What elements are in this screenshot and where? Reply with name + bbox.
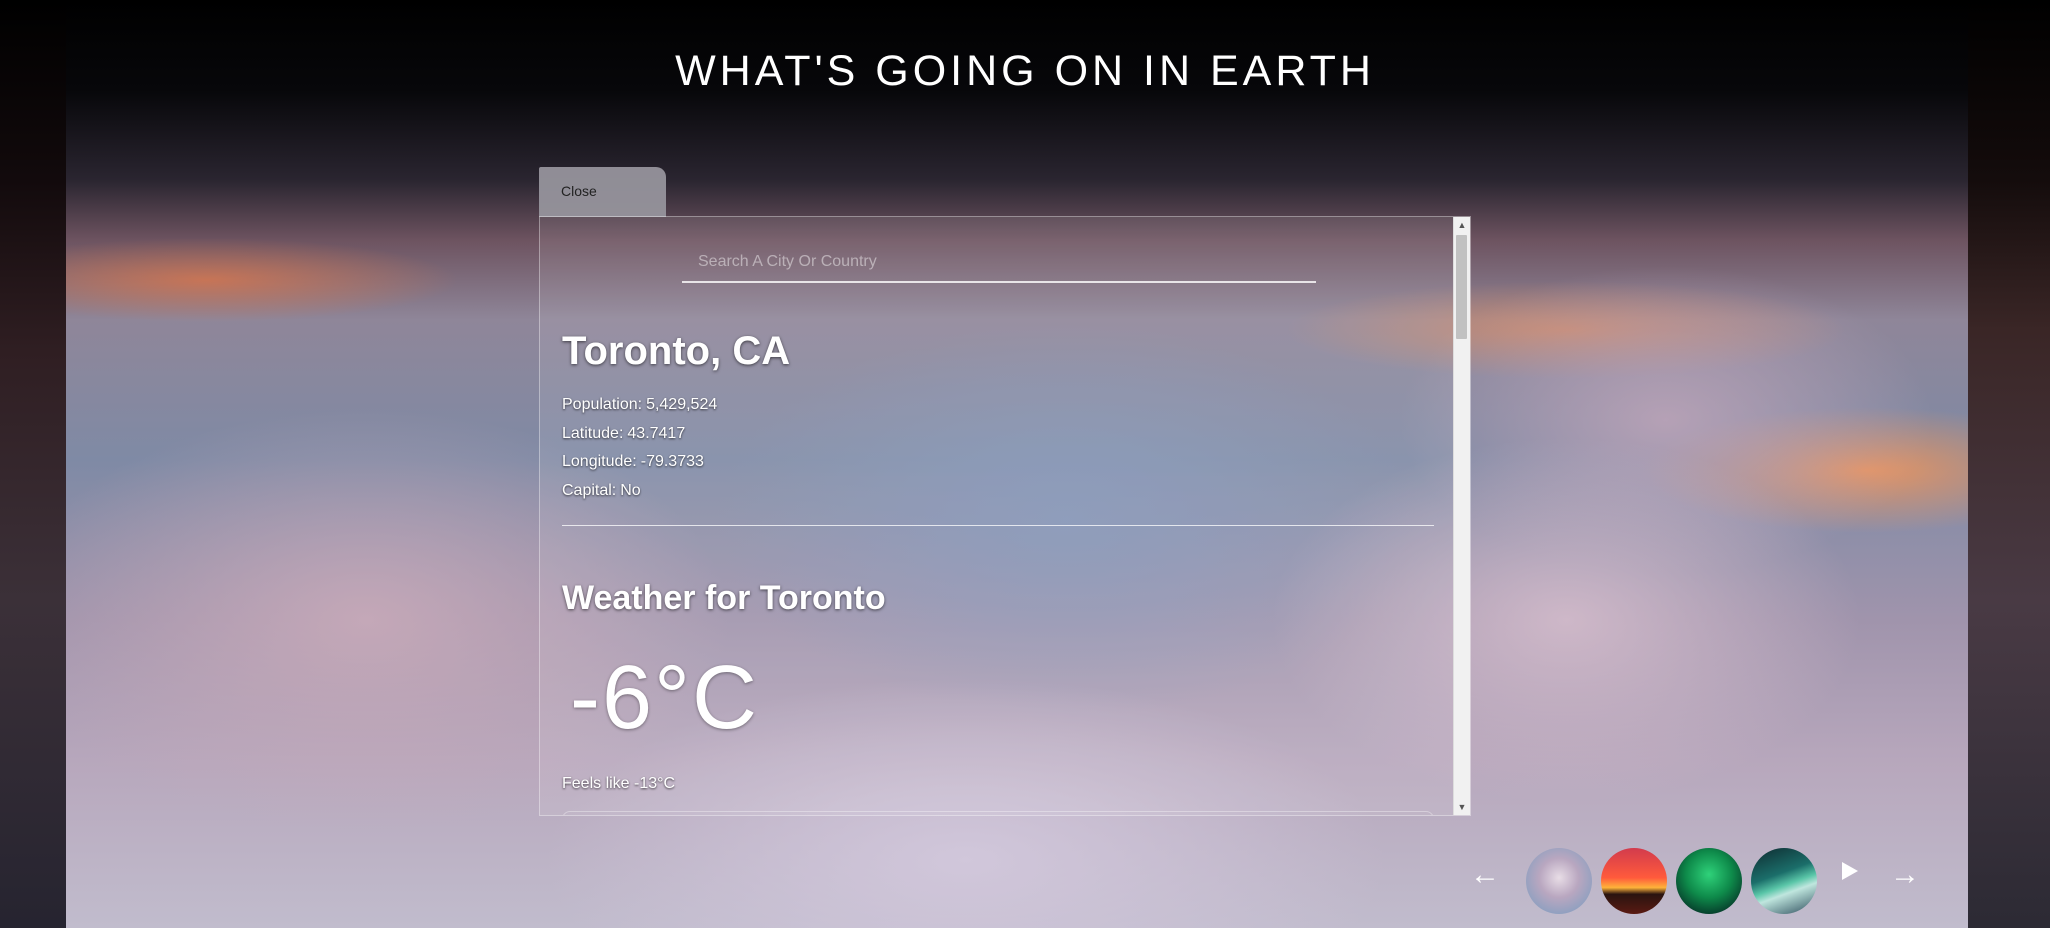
thumbnail-aurora-lake[interactable] (1751, 848, 1817, 914)
play-icon[interactable] (1842, 862, 1858, 880)
scroll-thumb[interactable] (1456, 235, 1467, 339)
info-panel: Toronto, CA Population:5,429,524 Latitud… (539, 216, 1471, 816)
forecast-card (562, 811, 1434, 815)
section-divider (562, 525, 1434, 526)
arrow-left-icon[interactable]: ← (1470, 858, 1500, 892)
longitude-value: -79.3733 (640, 453, 704, 470)
panel-scrollbar[interactable]: ▲ ▼ (1453, 217, 1470, 815)
latitude-label: Latitude: (562, 424, 624, 442)
feels-like-text: Feels like -13°C (562, 775, 676, 792)
left-margin (0, 0, 66, 928)
population-value: 5,429,524 (646, 396, 718, 413)
scroll-up-icon[interactable]: ▲ (1454, 217, 1470, 233)
temperature-value: -6°C (570, 648, 760, 748)
thumbnail-clouds[interactable] (1526, 848, 1592, 914)
capital-row: Capital: No (562, 477, 721, 506)
capital-label: Capital: (562, 481, 617, 499)
thumbnail-aurora-green[interactable] (1676, 848, 1742, 914)
arrow-right-icon[interactable]: → (1890, 858, 1920, 892)
weather-title: Weather for Toronto (562, 579, 886, 617)
longitude-label: Longitude: (562, 453, 637, 470)
search-wrapper (682, 247, 1316, 283)
thumbnail-sunset[interactable] (1601, 848, 1667, 914)
search-input[interactable] (682, 247, 1316, 283)
capital-value: No (620, 481, 641, 499)
latitude-row: Latitude: 43.7417 (562, 420, 721, 449)
population-label: Population: (562, 396, 643, 413)
city-name: Toronto, CA (562, 329, 791, 373)
latitude-value: 43.7417 (627, 424, 686, 442)
city-facts: Population: 5,429,524 Latitude: 43.7417 Lo… (562, 391, 721, 505)
population-row: Population: 5,429,524 (562, 391, 721, 420)
scroll-down-icon[interactable]: ▼ (1454, 799, 1470, 815)
right-margin (1968, 0, 2050, 928)
close-button[interactable]: Close (539, 167, 666, 217)
longitude-row: Longitude: -79.3733 (562, 448, 721, 477)
page-title: WHAT'S GOING ON IN EARTH (675, 46, 1375, 95)
